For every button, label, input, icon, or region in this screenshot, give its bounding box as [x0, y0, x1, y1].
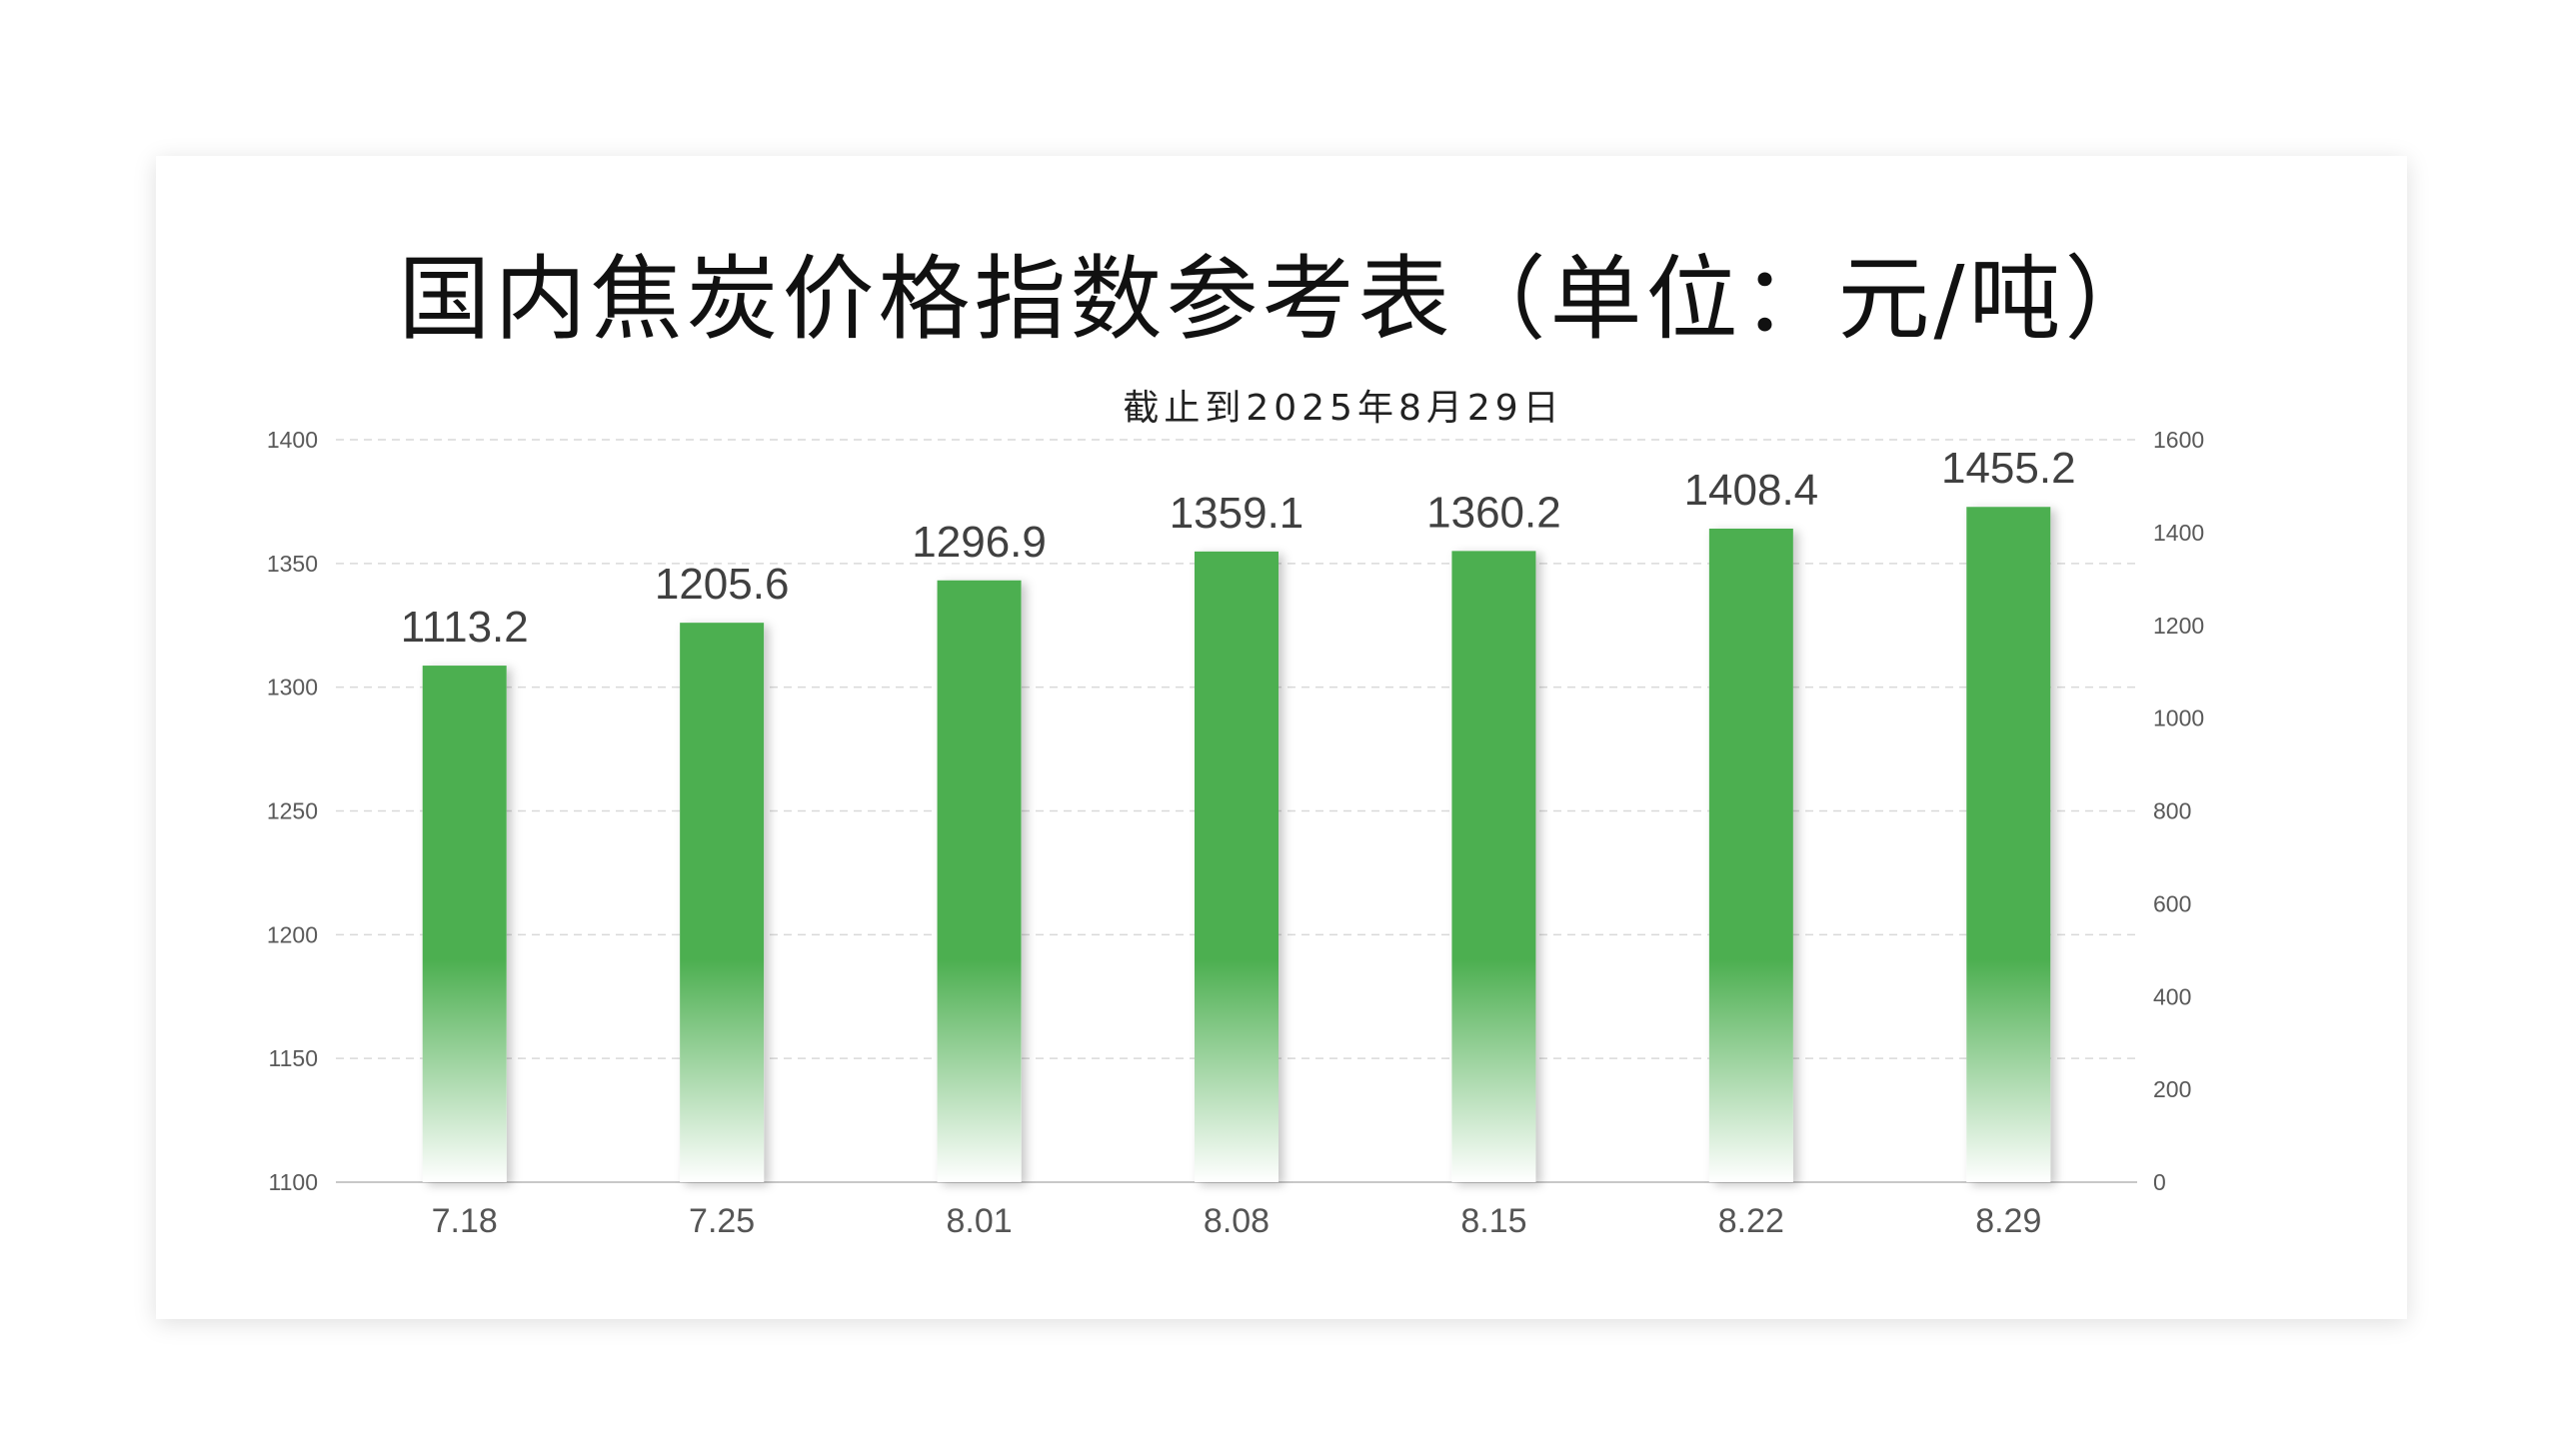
right-axis-tick-label: 200	[2153, 1076, 2191, 1102]
bar-fade	[1451, 959, 1536, 1182]
bar-fade	[1195, 959, 1279, 1182]
data-label: 1113.2	[401, 603, 529, 652]
bar-group	[1966, 507, 2051, 1183]
bar-group	[1195, 551, 1279, 1182]
x-axis-tick-label: 8.08	[1204, 1202, 1270, 1240]
left-axis-tick-label: 1400	[267, 427, 318, 453]
right-axis-tick-label: 1200	[2153, 613, 2204, 639]
x-axis-tick-label: 8.01	[946, 1202, 1012, 1240]
data-label: 1296.9	[912, 518, 1047, 567]
bar	[680, 623, 765, 959]
data-label: 1205.6	[655, 560, 790, 609]
x-axis: 7.18 7.25 8.01 8.08 8.15 8.22 8.29	[432, 1202, 2042, 1240]
left-axis-tick-label: 1200	[267, 921, 318, 947]
bar-fade	[680, 959, 765, 1182]
left-axis: 1100 1150 1200 1250 1300 1350 1400	[267, 427, 318, 1195]
bar	[1195, 551, 1279, 959]
bar-fade	[1966, 959, 2051, 1182]
bar	[422, 666, 507, 959]
bar-chart: 截止到2025年8月29日 1100 1150 1200 1250 1300 1350 14…	[267, 388, 2204, 1240]
right-axis-tick-label: 400	[2153, 983, 2191, 1009]
data-label: 1360.2	[1426, 488, 1561, 537]
left-axis-tick-label: 1350	[267, 551, 318, 577]
right-axis-tick-label: 1600	[2153, 427, 2204, 453]
bar	[937, 580, 1022, 959]
x-axis-tick-label: 7.25	[689, 1202, 755, 1240]
bar-group	[422, 666, 507, 1182]
left-axis-tick-label: 1150	[269, 1045, 318, 1071]
bar-group	[1708, 528, 1793, 1182]
data-label: 1408.4	[1684, 466, 1819, 515]
bar-group	[680, 623, 765, 1182]
x-axis-tick-label: 8.22	[1718, 1202, 1784, 1240]
x-axis-tick-label: 7.18	[432, 1202, 498, 1240]
data-label: 1455.2	[1941, 444, 2076, 493]
bar	[1966, 507, 2051, 959]
bar-fade	[937, 959, 1022, 1182]
bar	[1451, 551, 1536, 959]
chart-subtitle: 截止到2025年8月29日	[1123, 388, 1563, 429]
bar-group	[1451, 551, 1536, 1182]
left-axis-tick-label: 1300	[267, 675, 318, 701]
right-axis-tick-label: 0	[2153, 1169, 2166, 1195]
right-axis: 0 200 400 600 800 1000 1200 1400 1600	[2153, 427, 2204, 1195]
bar	[1708, 528, 1793, 959]
right-axis-tick-label: 800	[2153, 798, 2191, 824]
data-label: 1359.1	[1170, 489, 1304, 538]
left-axis-tick-label: 1100	[269, 1169, 318, 1195]
right-axis-tick-label: 600	[2153, 890, 2191, 916]
bar-fade	[1708, 959, 1793, 1182]
x-axis-tick-label: 8.15	[1460, 1202, 1526, 1240]
left-axis-tick-label: 1250	[267, 798, 318, 824]
right-axis-tick-label: 1000	[2153, 706, 2204, 731]
bar-fade	[422, 959, 507, 1182]
x-axis-tick-label: 8.29	[1975, 1202, 2041, 1240]
bar-group	[937, 580, 1022, 1182]
right-axis-tick-label: 1400	[2153, 520, 2204, 546]
